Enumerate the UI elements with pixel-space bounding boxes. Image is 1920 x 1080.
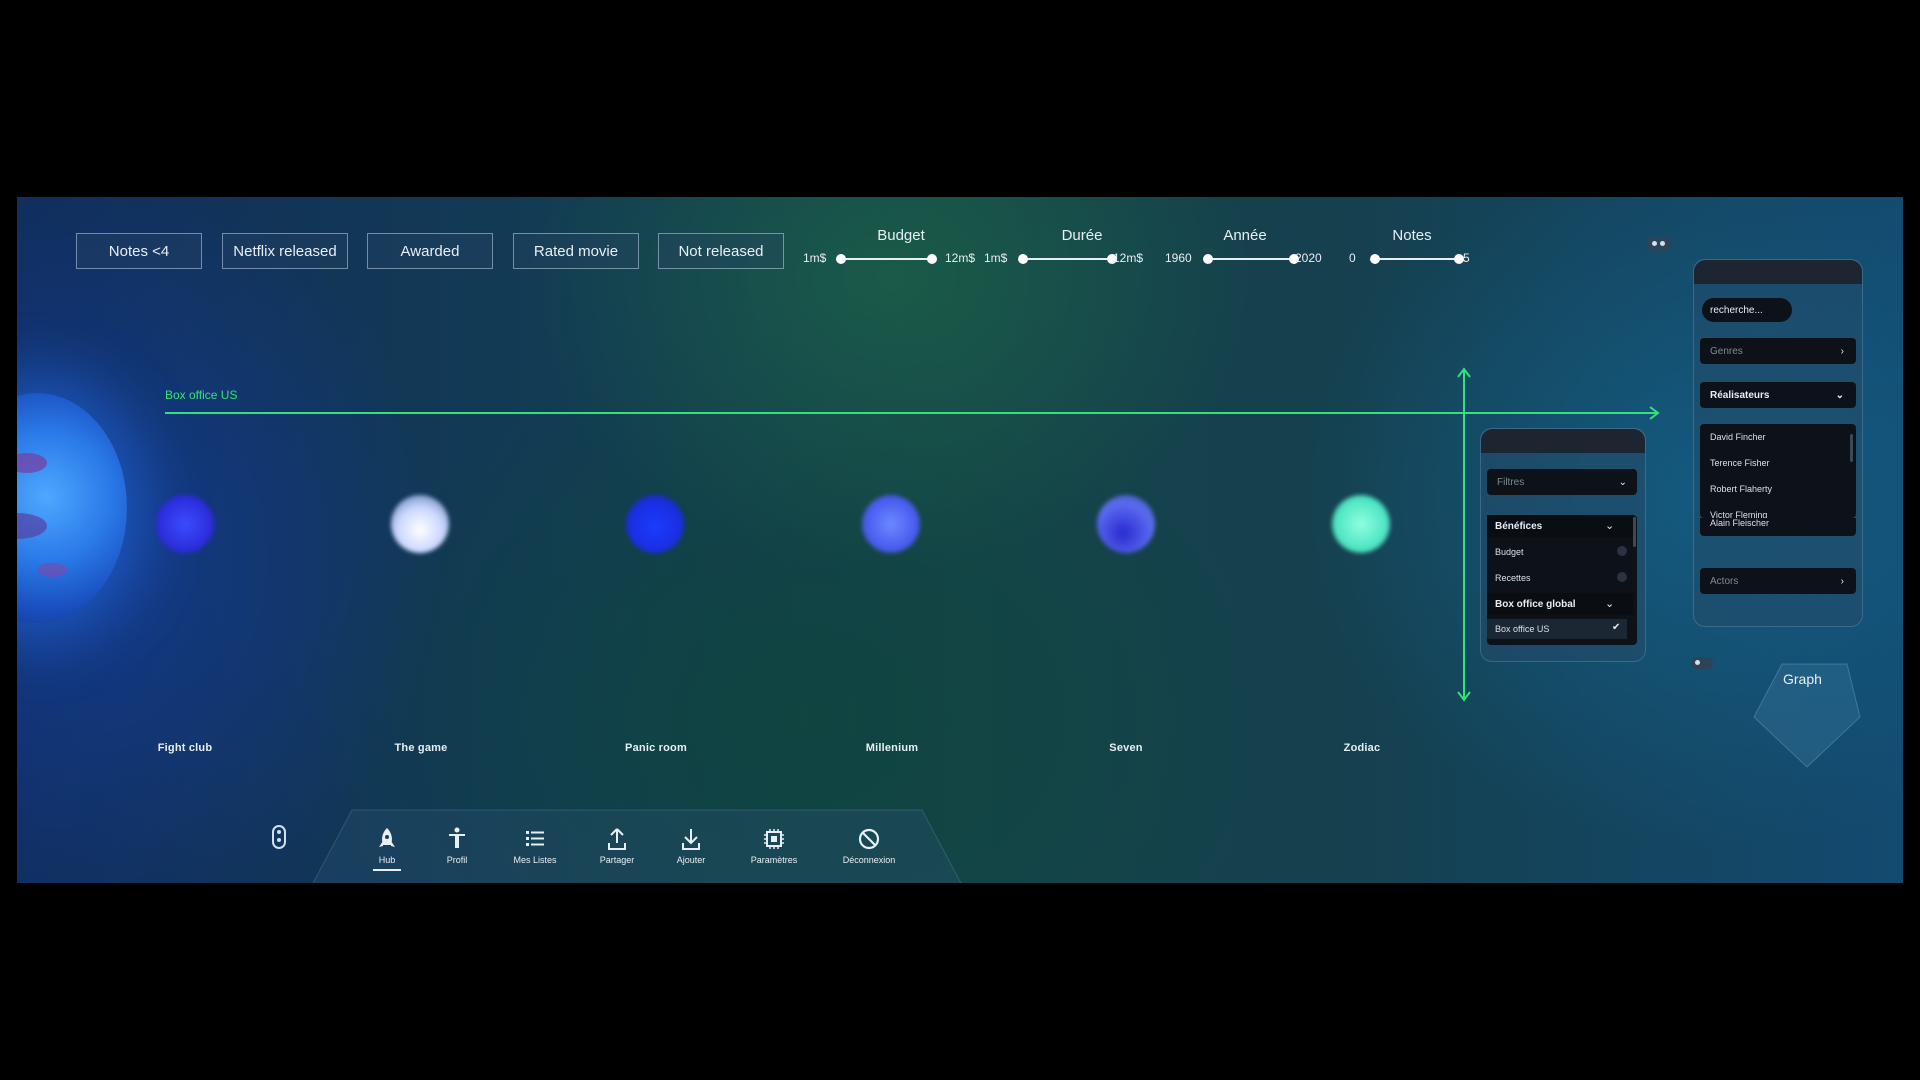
- chevron-down-icon: ⌄: [1835, 389, 1844, 401]
- nav-label: Profil: [446, 855, 468, 865]
- nav-item-partager[interactable]: Partager: [577, 825, 657, 865]
- panel-header: [1694, 260, 1862, 284]
- dot-icon: [1695, 660, 1700, 665]
- movie-orb[interactable]: [391, 495, 449, 553]
- movie-orb[interactable]: [1332, 495, 1390, 553]
- movie-orb[interactable]: [626, 495, 684, 553]
- chevron-down-icon: ⌄: [1605, 598, 1615, 610]
- movie-label: Zodiac: [1343, 742, 1381, 754]
- director-item[interactable]: David Fincher: [1710, 432, 1766, 442]
- filter-dropdown-label: Filtres: [1497, 476, 1525, 488]
- movie-orb[interactable]: [1097, 495, 1155, 553]
- nav-item-deconnexion[interactable]: Déconnexion: [829, 825, 909, 865]
- check-icon: ✔: [1612, 622, 1621, 633]
- chevron-down-icon: ⌄: [1605, 520, 1615, 532]
- nav-item-mes-listes[interactable]: Mes Listes: [495, 825, 575, 865]
- director-list-bottom: Alain Fleischer: [1700, 518, 1856, 536]
- panel-handle[interactable]: [1691, 657, 1713, 669]
- filter-item[interactable]: Budget: [1495, 547, 1524, 557]
- nav-item-profil[interactable]: Profil: [417, 825, 497, 865]
- realisateurs-label: Réalisateurs: [1710, 389, 1770, 401]
- logout-block-icon: [858, 828, 880, 850]
- section-row[interactable]: Bénéfices ⌄: [1487, 515, 1633, 537]
- actors-label: Actors: [1710, 575, 1739, 587]
- search-panel: recherche... Genres › Réalisateurs ⌄ Dav…: [1693, 259, 1863, 627]
- scrollbar[interactable]: [1633, 517, 1636, 547]
- graph-label: Graph: [1783, 671, 1822, 687]
- filter-item[interactable]: Recettes: [1495, 573, 1531, 583]
- director-item[interactable]: Robert Flaherty: [1710, 484, 1772, 494]
- filter-panel: Filtres ⌄ Bénéfices ⌄ Budget Recettes Bo…: [1480, 428, 1646, 662]
- mouse-scroll-icon: [272, 825, 286, 849]
- section-label: Bénéfices: [1495, 521, 1543, 532]
- filter-dropdown[interactable]: Filtres ⌄: [1487, 469, 1637, 495]
- panel-header: [1481, 429, 1645, 453]
- search-input[interactable]: recherche...: [1702, 298, 1792, 322]
- movie-label: The game: [394, 742, 448, 754]
- director-item[interactable]: Terence Fisher: [1710, 458, 1770, 468]
- movie-label: Panic room: [625, 742, 687, 754]
- filter-item-selected[interactable]: Box office US ✔: [1487, 619, 1627, 639]
- scrollbar[interactable]: [1850, 434, 1853, 462]
- scroll-dot-icon: [277, 838, 281, 842]
- checkbox[interactable]: [1617, 572, 1627, 582]
- nav-item-ajouter[interactable]: Ajouter: [651, 825, 731, 865]
- nav-label: Paramètres: [750, 855, 798, 865]
- filter-item-label: Box office US: [1495, 624, 1550, 634]
- section-row[interactable]: Box office global ⌄: [1487, 593, 1633, 615]
- chip-icon: [764, 829, 784, 849]
- nav-item-parametres[interactable]: Paramètres: [734, 825, 814, 865]
- genres-dropdown[interactable]: Genres ›: [1700, 338, 1856, 364]
- movie-label: Millenium: [865, 742, 919, 754]
- active-indicator: [373, 869, 401, 871]
- nav-label: Ajouter: [676, 855, 706, 865]
- nav-label: Déconnexion: [842, 855, 896, 865]
- movie-orb[interactable]: [862, 495, 920, 553]
- chevron-down-icon: ⌄: [1618, 476, 1627, 488]
- movie-orb[interactable]: [156, 495, 214, 553]
- app-stage: Notes <4 Netflix released Awarded Rated …: [17, 197, 1903, 883]
- nav-label: Partager: [599, 855, 635, 865]
- upload-icon: [608, 828, 626, 850]
- download-icon: [682, 829, 700, 850]
- movie-label: Seven: [1109, 742, 1143, 754]
- section-label: Box office global: [1495, 599, 1576, 610]
- filter-list: Bénéfices ⌄ Budget Recettes Box office g…: [1487, 515, 1637, 645]
- director-item[interactable]: Alain Fleischer: [1710, 518, 1769, 528]
- actors-dropdown[interactable]: Actors ›: [1700, 568, 1856, 594]
- checkbox[interactable]: [1617, 546, 1627, 556]
- movie-label: Fight club: [157, 742, 213, 754]
- genres-label: Genres: [1710, 345, 1743, 357]
- nav-label: Mes Listes: [513, 855, 557, 865]
- rocket-icon: [379, 828, 395, 847]
- chevron-right-icon: ›: [1840, 575, 1844, 587]
- nav-item-hub[interactable]: Hub: [347, 825, 427, 871]
- nav-label: Hub: [378, 855, 396, 865]
- director-list: David Fincher Terence Fisher Robert Flah…: [1700, 424, 1856, 520]
- person-icon: [449, 827, 465, 848]
- list-icon: [526, 831, 544, 846]
- realisateurs-dropdown[interactable]: Réalisateurs ⌄: [1700, 382, 1856, 408]
- scroll-dot-icon: [277, 830, 281, 834]
- chevron-right-icon: ›: [1840, 345, 1844, 357]
